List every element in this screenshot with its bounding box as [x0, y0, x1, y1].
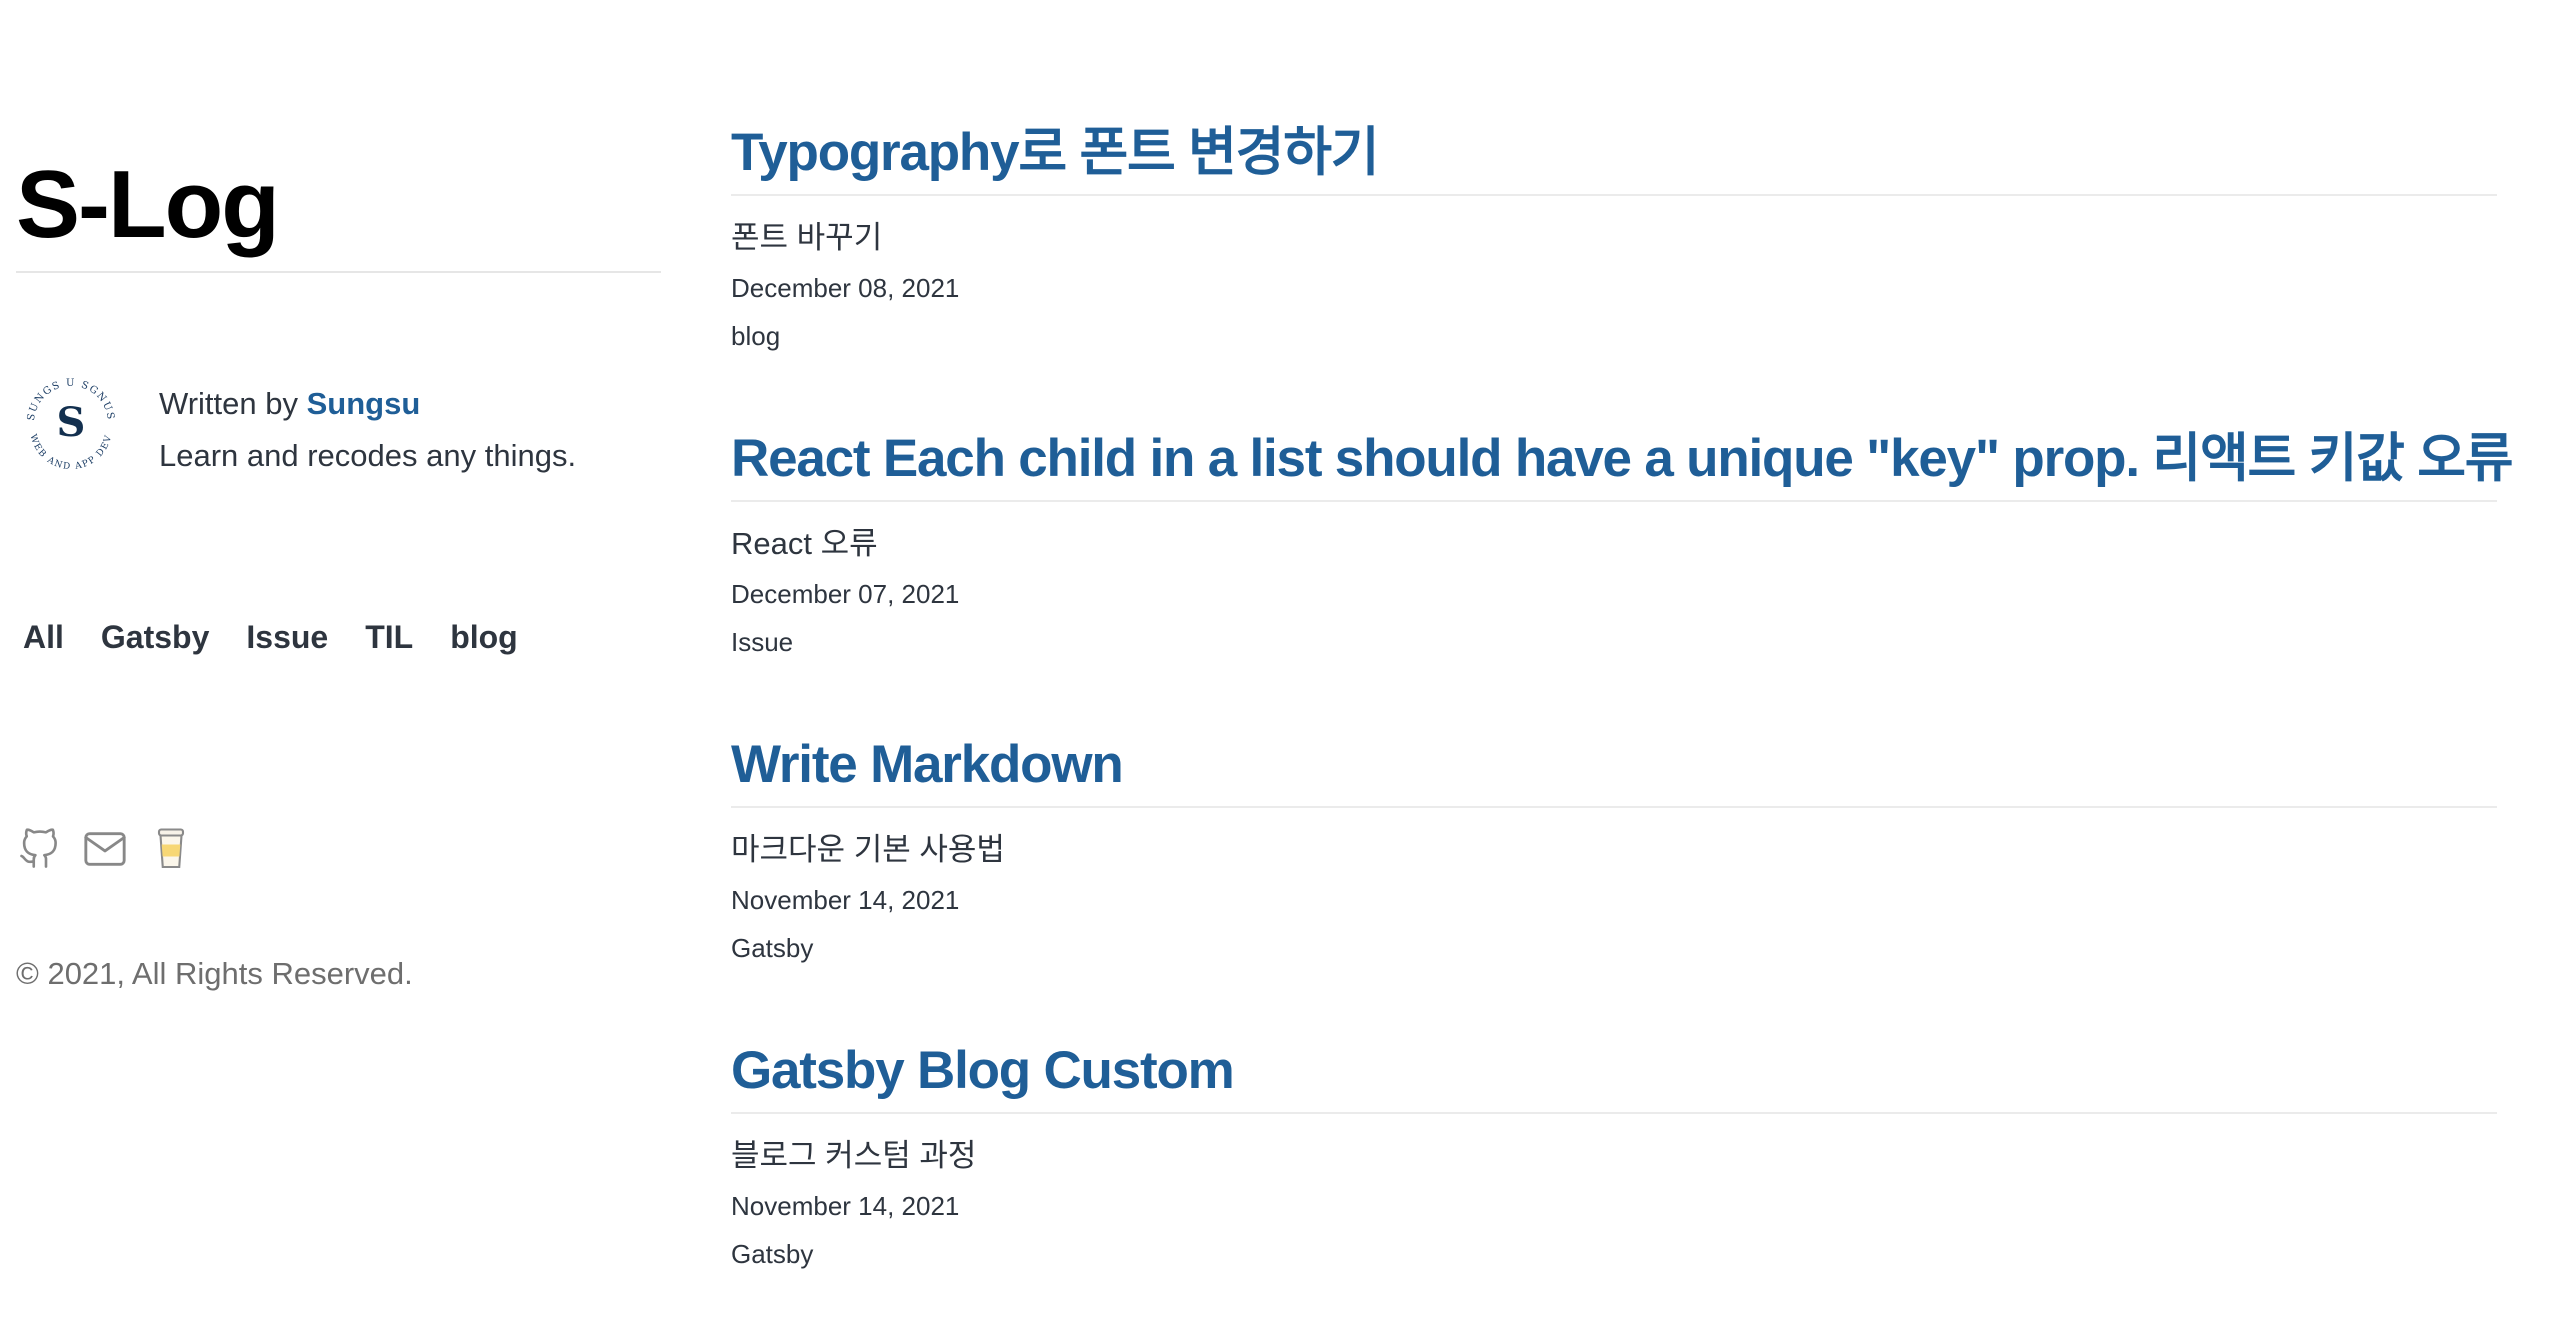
- post-title-link[interactable]: Typography로 폰트 변경하기: [731, 112, 2497, 194]
- post-date: November 14, 2021: [731, 1191, 960, 1221]
- post-description: 블로그 커스텀 과정: [731, 1138, 977, 1173]
- avatar: SUNGS U SGNUS WEB AND APP DEV S: [16, 368, 126, 478]
- github-icon[interactable]: [16, 826, 62, 872]
- coffee-icon[interactable]: [148, 826, 194, 872]
- post-date: December 08, 2021: [731, 273, 960, 303]
- post-category: blog: [731, 321, 781, 351]
- written-by-label: Written by: [159, 386, 307, 421]
- post-item: Gatsby Blog Custom 블로그 커스텀 과정 November 1…: [731, 1030, 2497, 1336]
- post-divider: [731, 500, 2497, 502]
- post-category: Issue: [731, 627, 794, 657]
- post-item: React Each child in a list should have a…: [731, 418, 2514, 724]
- author-link[interactable]: Sungsu: [307, 386, 421, 421]
- bio-tagline: Learn and recodes any things.: [159, 438, 577, 473]
- title-divider: [16, 271, 661, 273]
- post-item: Typography로 폰트 변경하기 폰트 바꾸기 December 08, …: [731, 112, 2497, 418]
- category-issue[interactable]: Issue: [239, 610, 348, 664]
- bio-text: Written by Sungsu Learn and recodes any …: [159, 378, 576, 482]
- post-description: React 오류: [731, 526, 878, 561]
- post-divider: [731, 1112, 2497, 1114]
- post-title-link[interactable]: Write Markdown: [731, 724, 2497, 806]
- post-list: Typography로 폰트 변경하기 폰트 바꾸기 December 08, …: [731, 112, 2514, 1336]
- post-category: Gatsby: [731, 1239, 814, 1269]
- social-links: [16, 826, 194, 872]
- copyright: © 2021, All Rights Reserved.: [16, 956, 413, 991]
- category-nav: All Gatsby Issue TIL blog: [16, 610, 548, 664]
- post-description: 마크다운 기본 사용법: [731, 832, 1005, 867]
- post-description: 폰트 바꾸기: [731, 220, 883, 255]
- post-date: November 14, 2021: [731, 885, 960, 915]
- category-til[interactable]: TIL: [358, 610, 433, 664]
- post-date: December 07, 2021: [731, 579, 960, 609]
- post-title-link[interactable]: Gatsby Blog Custom: [731, 1030, 2497, 1112]
- mail-icon[interactable]: [82, 826, 128, 872]
- avatar-letter: S: [57, 399, 86, 446]
- post-divider: [731, 806, 2497, 808]
- post-title-link[interactable]: React Each child in a list should have a…: [731, 418, 2514, 500]
- post-item: Write Markdown 마크다운 기본 사용법 November 14, …: [731, 724, 2497, 1030]
- sidebar: S-Log SUNGS U SGNUS WEB AND APP DEV S Wr…: [16, 0, 661, 1286]
- avatar-logo-icon: SUNGS U SGNUS WEB AND APP DEV S: [18, 370, 124, 476]
- post-divider: [731, 194, 2497, 196]
- category-all[interactable]: All: [16, 610, 84, 664]
- category-gatsby[interactable]: Gatsby: [94, 610, 229, 664]
- bio-byline: Written by Sungsu: [159, 378, 576, 430]
- bio: SUNGS U SGNUS WEB AND APP DEV S Written …: [16, 368, 661, 488]
- site-title[interactable]: S-Log: [16, 150, 280, 260]
- post-category: Gatsby: [731, 933, 814, 963]
- category-blog[interactable]: blog: [443, 610, 538, 664]
